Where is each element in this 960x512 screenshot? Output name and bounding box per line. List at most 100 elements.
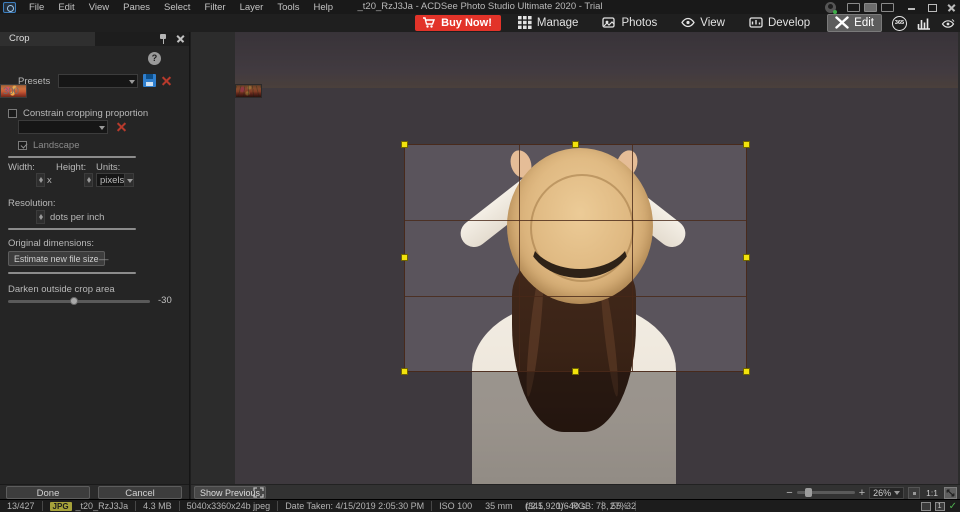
crop-handle-middle-right[interactable] [743, 254, 750, 261]
develop-icon [749, 16, 763, 29]
layout-center-icon[interactable] [864, 3, 877, 12]
layout-right-icon[interactable] [881, 3, 894, 12]
crop-panel: Crop ? Presets Constrain cropping propor… [0, 32, 190, 499]
chevron-down-icon [99, 126, 105, 130]
menu-edit[interactable]: Edit [58, 2, 74, 13]
grid-line [405, 220, 746, 221]
constrain-checkbox[interactable] [8, 109, 17, 118]
landscape-checkbox[interactable] [18, 141, 27, 150]
height-label: Height: [56, 162, 86, 173]
divider [8, 156, 136, 158]
mode-edit-button[interactable]: Edit [827, 14, 882, 32]
format-badge: JPG [50, 502, 72, 511]
panel-footer: Done Cancel [0, 484, 189, 499]
mode-photos-button[interactable]: Photos [595, 15, 664, 31]
exif-focal-length: 35 mm [485, 501, 513, 511]
account-icon[interactable] [825, 2, 836, 13]
panel-close-icon[interactable] [176, 34, 185, 43]
mode-manage-button[interactable]: Manage [511, 15, 586, 31]
darken-outside-label: Darken outside crop area [8, 284, 115, 295]
buy-now-button[interactable]: Buy Now! [415, 15, 501, 31]
zoom-out-button[interactable]: − [786, 488, 792, 498]
crop-tab[interactable]: Crop [0, 32, 95, 46]
cancel-button[interactable]: Cancel [98, 486, 182, 499]
width-stepper[interactable] [36, 173, 45, 187]
zoom-slider[interactable] [797, 491, 855, 494]
proportion-dropdown[interactable] [18, 120, 108, 134]
file-position: 13/427 [0, 501, 43, 511]
visibility-icon[interactable] [941, 17, 955, 30]
pixel-color-info: (341,920) - RGB: 78, 55, 32 [518, 501, 643, 511]
status-square-icon[interactable] [921, 502, 931, 511]
chevron-down-icon [894, 491, 900, 495]
divider [8, 228, 136, 230]
layout-left-icon[interactable] [847, 3, 860, 12]
dashboard-histogram-icon[interactable] [917, 17, 931, 30]
zoom-in-button[interactable]: + [859, 488, 865, 498]
crop-handle-middle-left[interactable] [401, 254, 408, 261]
save-preset-icon[interactable] [143, 74, 156, 87]
status-page-icon[interactable]: 1 [935, 502, 945, 511]
crop-selection[interactable] [404, 144, 747, 372]
height-stepper[interactable] [84, 173, 93, 187]
fullscreen-expand-icon[interactable] [253, 487, 264, 498]
chevron-down-icon [124, 174, 133, 186]
presets-dropdown[interactable] [58, 74, 138, 88]
units-label: Units: [96, 162, 120, 173]
restore-button[interactable] [925, 2, 938, 13]
mode-develop-button[interactable]: Develop [742, 15, 817, 31]
close-button[interactable] [945, 2, 958, 13]
grid-icon [518, 16, 532, 29]
menu-select[interactable]: Select [164, 2, 190, 13]
canvas-footer: Show Previous − + 26% 1:1 [191, 484, 960, 499]
resolution-stepper[interactable] [36, 210, 45, 224]
eye-icon [681, 16, 695, 29]
image-dimensions: 5040x3360x24b jpeg [180, 501, 279, 511]
menu-view[interactable]: View [89, 2, 109, 13]
estimate-file-size-button[interactable]: Estimate new file size [8, 251, 105, 266]
crop-handle-top-right[interactable] [743, 141, 750, 148]
grid-line [519, 145, 520, 371]
mode-toolbar: Buy Now! Manage Photos View Develop Edit… [0, 14, 960, 32]
crop-handle-bottom-middle[interactable] [572, 368, 579, 375]
grid-line [405, 296, 746, 297]
constrain-label: Constrain cropping proportion [23, 108, 148, 119]
delete-preset-icon[interactable] [161, 75, 172, 86]
presets-row: Presets [0, 74, 189, 88]
pan-tool-button[interactable] [944, 487, 957, 499]
exif-iso: ISO 100 [439, 501, 472, 511]
layout-switcher [847, 3, 894, 12]
crop-handle-top-middle[interactable] [572, 141, 579, 148]
image-canvas: Show Previous − + 26% 1:1 [191, 32, 960, 499]
acdsee-365-icon[interactable]: 365 [892, 16, 907, 31]
main-area: Crop ? Presets Constrain cropping propor… [0, 32, 960, 499]
minimize-button[interactable] [905, 2, 918, 13]
menu-filter[interactable]: Filter [204, 2, 225, 13]
panel-tabstrip: Crop [0, 32, 189, 46]
menu-panes[interactable]: Panes [123, 2, 150, 13]
crop-handle-bottom-left[interactable] [401, 368, 408, 375]
width-label: Width: [8, 162, 35, 173]
zoom-slider-knob[interactable] [805, 488, 812, 497]
clear-proportion-icon[interactable] [116, 121, 127, 132]
actual-size-button[interactable]: 1:1 [924, 488, 940, 498]
mode-view-button[interactable]: View [674, 15, 732, 31]
help-button[interactable]: ? [148, 52, 161, 65]
zoom-percent-dropdown[interactable]: 26% [869, 487, 904, 499]
menu-tools[interactable]: Tools [277, 2, 299, 13]
pin-icon[interactable] [159, 33, 167, 44]
menu-file[interactable]: File [29, 2, 44, 13]
done-button[interactable]: Done [6, 486, 90, 499]
slider-knob[interactable] [70, 297, 78, 305]
crop-handle-top-left[interactable] [401, 141, 408, 148]
menu-help[interactable]: Help [314, 2, 334, 13]
crop-handle-bottom-right[interactable] [743, 368, 750, 375]
darken-slider[interactable] [8, 300, 150, 303]
resolution-label: Resolution: [8, 198, 56, 209]
status-filename: _t20_RzJ3Ja [76, 501, 129, 511]
resolution-units-label: dots per inch [50, 212, 104, 223]
resolution-input[interactable] [0, 84, 27, 98]
menu-layer[interactable]: Layer [240, 2, 264, 13]
fit-image-button[interactable] [908, 487, 920, 499]
units-dropdown[interactable]: pixels [96, 173, 134, 187]
